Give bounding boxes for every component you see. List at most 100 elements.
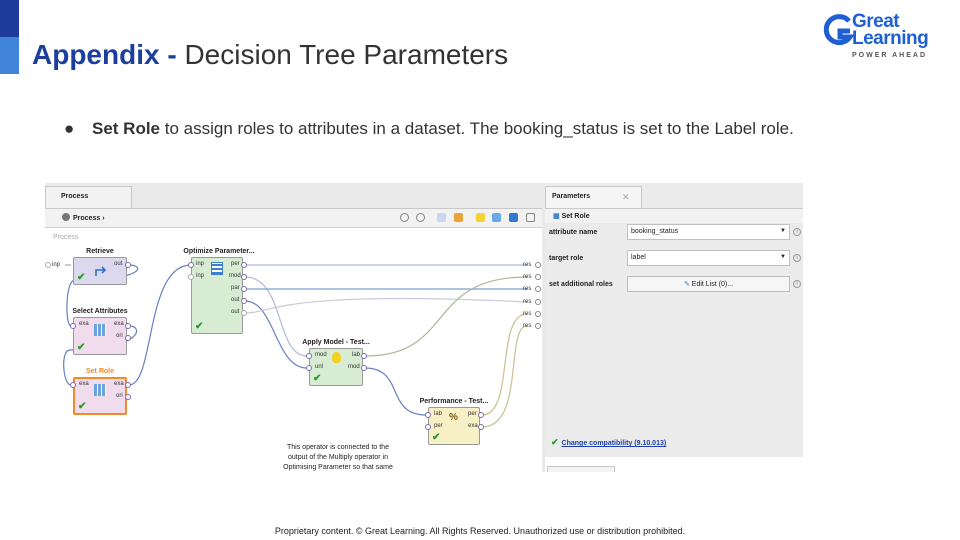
- bottom-tab[interactable]: [547, 466, 615, 472]
- res-label-5: res: [523, 311, 532, 317]
- check-icon: ✔: [195, 321, 204, 332]
- retrieve-out-port[interactable]: [125, 262, 131, 268]
- zoom-in-icon[interactable]: [400, 213, 409, 222]
- fit-icon[interactable]: [526, 213, 535, 222]
- performance-operator[interactable]: lab per per exa % ✔: [428, 407, 480, 445]
- apply-model-in2-port[interactable]: [306, 365, 312, 371]
- res-port-4[interactable]: [535, 299, 541, 305]
- parameters-panel: Parameters ✕ ▦ Set Role attribute name bo…: [545, 183, 803, 472]
- target-role-value: label: [631, 254, 646, 261]
- optimize-operator[interactable]: inp inp per mod par out out ✔: [191, 257, 243, 334]
- arrange-icon[interactable]: [492, 213, 501, 222]
- bullet-point: ● Set Role to assign roles to attributes …: [64, 119, 794, 139]
- logo-line2: Learning: [852, 28, 929, 49]
- performance-out1-port[interactable]: [478, 412, 484, 418]
- close-icon[interactable]: ✕: [622, 192, 630, 203]
- info-icon[interactable]: i: [793, 254, 801, 262]
- set-role-out1-label: exa: [114, 381, 124, 387]
- rapidminer-screenshot: Process Process › Process inp Retrieve o…: [45, 183, 803, 472]
- optimize-out1-label: per: [231, 261, 240, 267]
- title-bold: Appendix -: [32, 39, 177, 70]
- process-note: This operator is connected to the output…: [283, 444, 393, 471]
- set-role-out2-label: ori: [116, 393, 123, 399]
- optimize-out3-port[interactable]: [241, 286, 247, 292]
- select-attributes-out2-label: ori: [116, 333, 123, 339]
- performance-out2-port[interactable]: [478, 424, 484, 430]
- optimize-out4-label: out: [231, 297, 240, 303]
- tab-process[interactable]: Process: [45, 186, 132, 208]
- target-role-select[interactable]: label ▼: [627, 250, 790, 266]
- lightbulb-icon: [332, 352, 341, 363]
- optimize-out4-port[interactable]: [241, 298, 247, 304]
- select-attributes-out1-label: exa: [114, 321, 124, 327]
- apply-model-out1-port[interactable]: [361, 353, 367, 359]
- zoom-out-icon[interactable]: [416, 213, 425, 222]
- check-icon: ✔: [77, 342, 86, 353]
- info-icon[interactable]: i: [793, 228, 801, 236]
- res-port-6[interactable]: [535, 323, 541, 329]
- optimize-out2-port[interactable]: [241, 274, 247, 280]
- tab-parameters-label: Parameters: [552, 193, 591, 200]
- select-attributes-icon: [94, 324, 106, 336]
- parameters-operator-header: ▦ Set Role: [545, 208, 803, 223]
- info-icon[interactable]: i: [793, 280, 801, 288]
- title-rest: Decision Tree Parameters: [184, 39, 509, 70]
- logo-tagline: POWER AHEAD: [852, 52, 928, 59]
- res-label-2: res: [523, 274, 532, 280]
- res-port-1[interactable]: [535, 262, 541, 268]
- select-attributes-out1-port[interactable]: [125, 323, 131, 329]
- set-role-operator[interactable]: exa exa ori ✔: [73, 377, 127, 415]
- performance-in2-port[interactable]: [425, 424, 431, 430]
- apply-model-in1-port[interactable]: [306, 353, 312, 359]
- retrieve-title: Retrieve: [86, 248, 114, 255]
- retrieve-out-label: out: [114, 261, 123, 267]
- retrieve-operator[interactable]: out ✔: [73, 257, 127, 285]
- optimize-in1-port[interactable]: [188, 262, 194, 268]
- res-port-2[interactable]: [535, 274, 541, 280]
- check-icon: ✔: [78, 401, 87, 412]
- process-icon: [62, 213, 70, 221]
- set-role-out1-port[interactable]: [125, 382, 131, 388]
- select-attributes-operator[interactable]: exa exa ori ✔: [73, 317, 127, 355]
- optimize-out2-label: mod: [229, 273, 241, 279]
- save-icon[interactable]: [509, 213, 518, 222]
- optimize-icon: [211, 262, 223, 275]
- optimize-in2-port[interactable]: [188, 274, 194, 280]
- performance-in1-label: lab: [434, 411, 443, 417]
- set-role-out2-port[interactable]: [125, 394, 131, 400]
- apply-model-operator[interactable]: mod unl lab mod ✔: [309, 348, 363, 386]
- edit-list-label: Edit List (0)...: [691, 281, 734, 288]
- apply-model-out2-port[interactable]: [361, 365, 367, 371]
- process-canvas[interactable]: Process inp Retrieve out ✔ Select Attrib…: [45, 228, 542, 472]
- parameters-operator-name: Set Role: [561, 213, 590, 220]
- res-port-3[interactable]: [535, 286, 541, 292]
- param-label-attribute-name: attribute name: [549, 229, 598, 236]
- retrieve-icon: [95, 266, 107, 276]
- note-icon[interactable]: [454, 213, 463, 222]
- res-port-5[interactable]: [535, 311, 541, 317]
- change-compatibility-link[interactable]: ✔ Change compatibility (9.10.013): [551, 437, 666, 448]
- left-port[interactable]: [45, 262, 51, 268]
- select-attributes-out2-port[interactable]: [125, 335, 131, 341]
- dropdown-arrow-icon: ▼: [780, 254, 786, 260]
- bullet-dot: ●: [64, 119, 75, 138]
- performance-title: Performance - Test...: [419, 398, 489, 405]
- performance-out1-label: per: [468, 411, 477, 417]
- attribute-name-value: booking_status: [631, 228, 679, 235]
- optimize-in1-label: inp: [196, 261, 205, 267]
- select-attributes-in-port[interactable]: [70, 323, 76, 329]
- set-role-in-port[interactable]: [70, 382, 76, 388]
- apply-model-title: Apply Model - Test...: [302, 339, 370, 346]
- tab-parameters[interactable]: Parameters ✕: [545, 186, 642, 208]
- attribute-name-select[interactable]: booking_status ▼: [627, 224, 790, 240]
- accent-bar-bottom: [0, 37, 19, 74]
- add-icon[interactable]: [476, 213, 485, 222]
- param-label-additional-roles: set additional roles: [549, 281, 613, 288]
- breadcrumb[interactable]: Process ›: [62, 213, 105, 222]
- edit-list-button[interactable]: ✎ Edit List (0)...: [627, 276, 790, 292]
- optimize-out1-port[interactable]: [241, 262, 247, 268]
- logo-g-icon: [823, 14, 854, 46]
- performance-in1-port[interactable]: [425, 412, 431, 418]
- layout-icon[interactable]: [437, 213, 446, 222]
- optimize-out5-port[interactable]: [241, 310, 247, 316]
